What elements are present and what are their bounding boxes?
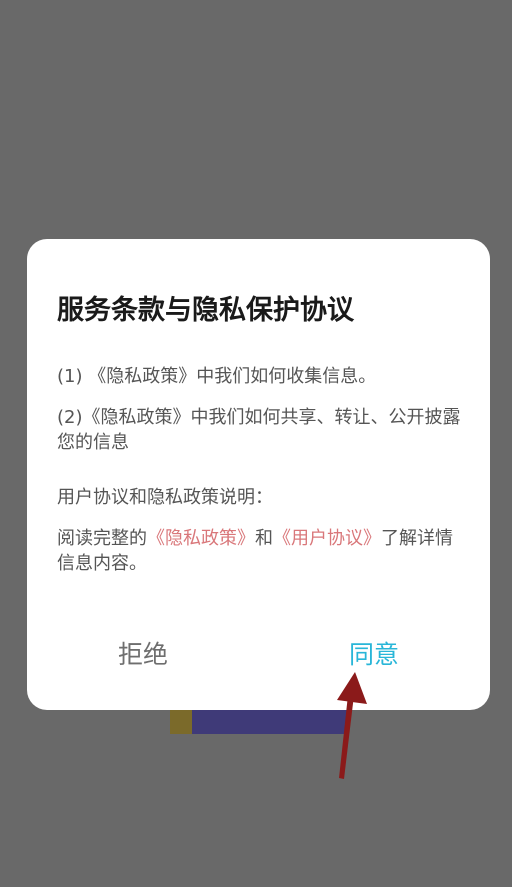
policy-item-collect: (1) 《隐私政策》中我们如何收集信息。 [57, 366, 377, 387]
read-notice-and: 和 [255, 528, 273, 549]
privacy-agreement-dialog: 服务条款与隐私保护协议 (1) 《隐私政策》中我们如何收集信息。 (2)《隐私政… [27, 239, 490, 710]
read-notice-prefix: 阅读完整的 [57, 528, 147, 549]
policy-note-heading: 用户协议和隐私政策说明： [57, 487, 273, 508]
user-agreement-link[interactable]: 《用户协议》 [273, 528, 381, 549]
privacy-policy-link[interactable]: 《隐私政策》 [147, 528, 255, 549]
policy-item-share: (2)《隐私政策》中我们如何共享、转让、公开披露您的信息 [57, 407, 461, 453]
policy-read-notice: 阅读完整的《隐私政策》和《用户协议》了解详情信息内容。 [57, 526, 467, 576]
agree-button[interactable]: 同意 [349, 638, 399, 672]
reject-button[interactable]: 拒绝 [118, 638, 168, 672]
dialog-title: 服务条款与隐私保护协议 [57, 295, 354, 326]
